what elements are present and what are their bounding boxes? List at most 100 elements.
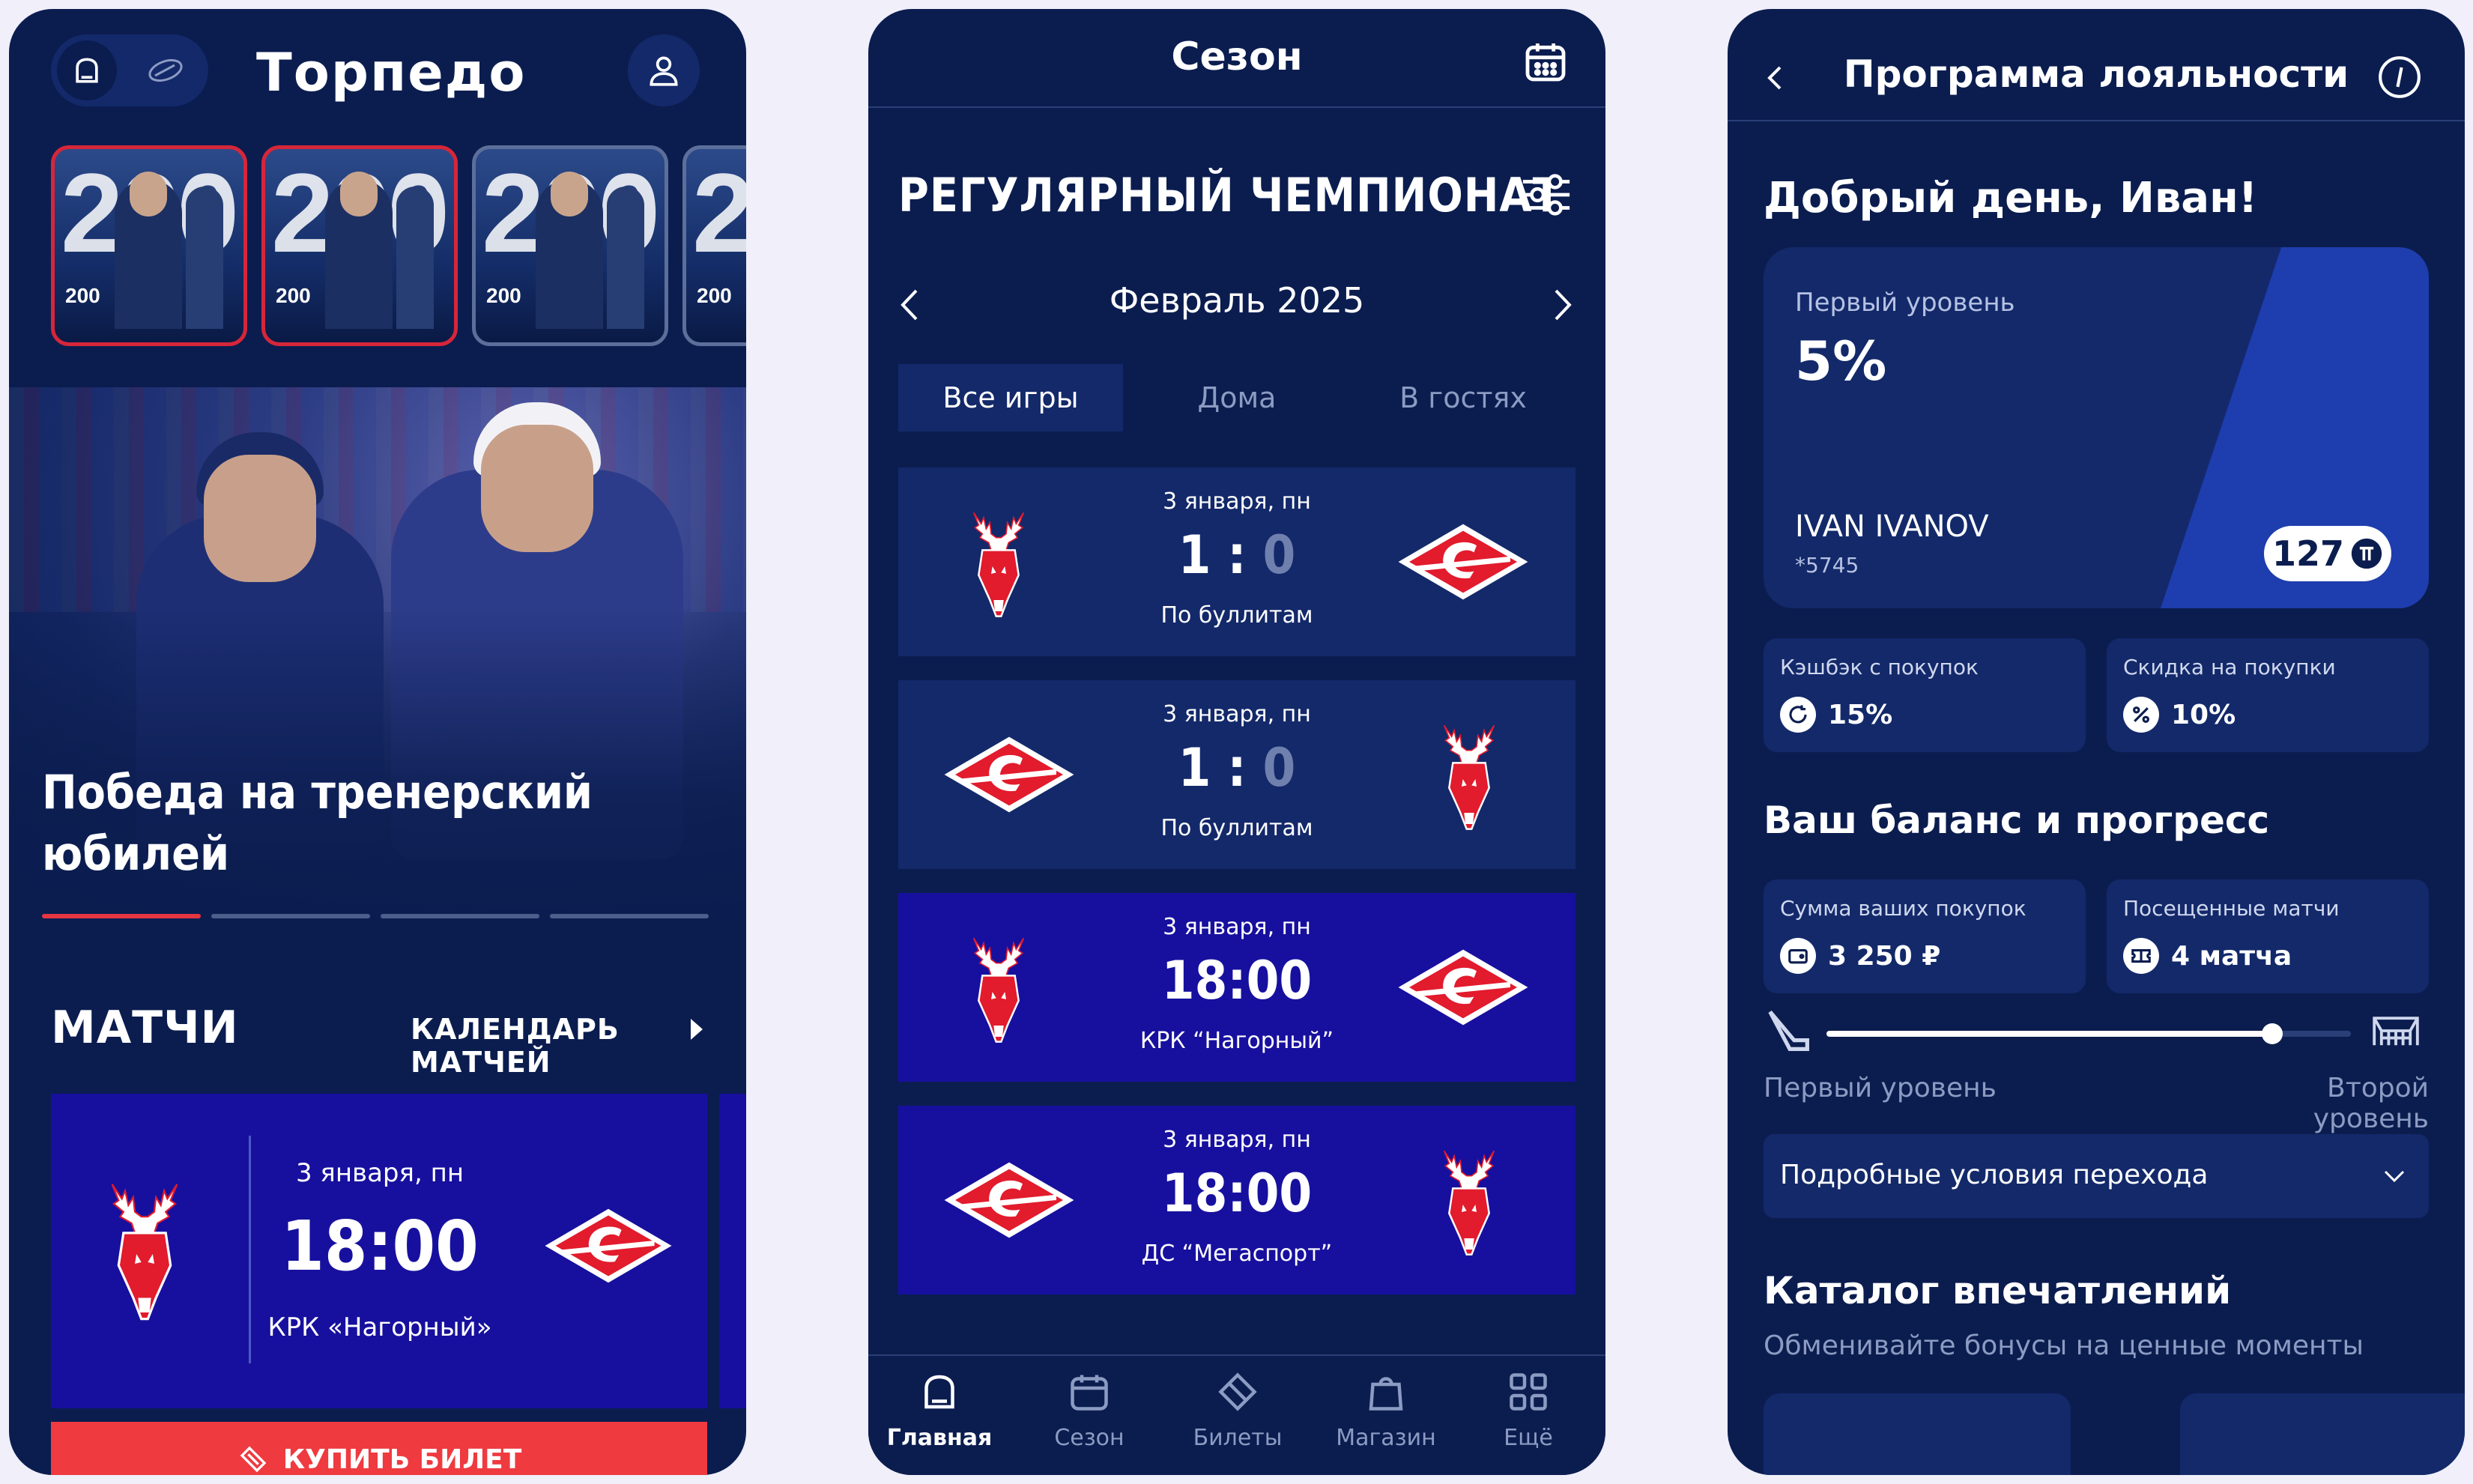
news-hero[interactable]: Победа на тренерский юбилей <box>9 387 746 934</box>
spartak-logo-icon <box>942 734 1077 815</box>
score-separator: : <box>1211 737 1263 799</box>
story-person <box>536 172 603 329</box>
game-date: 3 января, пн <box>1163 488 1311 515</box>
game-score: 1 : 0 <box>1087 524 1387 586</box>
refresh-icon <box>1780 697 1816 733</box>
story-card[interactable]: 200 200 <box>682 145 746 346</box>
story-card[interactable]: 200 200 <box>472 145 668 346</box>
percent-icon <box>2123 697 2159 733</box>
page-title: Сезон <box>1171 34 1303 79</box>
match-time: 18:00 <box>281 1206 479 1286</box>
match-card[interactable]: 3 января, пн 18:00 КРК «Нагорный» <box>51 1094 707 1408</box>
cashback-tile: Кэшбэк с покупок 15% <box>1764 638 2086 752</box>
tab-home[interactable]: Дома <box>1124 364 1349 431</box>
match-date: 3 января, пн <box>295 1158 464 1188</box>
tab-main[interactable]: Главная <box>883 1369 996 1467</box>
torpedo-logo-icon <box>961 932 1036 1044</box>
spartak-logo-icon <box>1396 947 1531 1028</box>
buy-ticket-label: КУПИТЬ БИЛЕТ <box>282 1444 522 1475</box>
story-caption: 200 <box>65 284 100 307</box>
tile-label: Кэшбэк с покупок <box>1780 655 1979 679</box>
slider-dot[interactable] <box>211 914 370 918</box>
info-icon[interactable] <box>2376 54 2423 100</box>
play-arrow-icon[interactable] <box>688 1016 706 1043</box>
matches-title: МАТЧИ <box>51 1002 239 1054</box>
puck-icon <box>139 49 192 91</box>
story-caption: 200 <box>697 284 732 307</box>
chevron-right-icon[interactable] <box>1552 286 1574 324</box>
tab-all-games[interactable]: Все игры <box>898 364 1123 431</box>
balance-progress-title: Ваш баланс и прогресс <box>1764 799 2270 842</box>
tab-away[interactable]: В гостях <box>1351 364 1575 431</box>
tab-label: Сезон <box>1054 1425 1124 1451</box>
next-match-card-peek[interactable] <box>719 1094 746 1408</box>
hockey-stick-icon <box>1768 1011 1809 1051</box>
torpedo-logo-icon <box>1432 719 1507 832</box>
game-venue: КРК “Нагорный” <box>1139 1028 1334 1054</box>
game-card[interactable]: 3 января, пн 1 : 0 По буллитам <box>898 680 1575 869</box>
tile-value: 4 матча <box>2171 941 2292 972</box>
loyalty-header: Программа лояльности <box>1728 9 2465 121</box>
progress-fill <box>1826 1031 2272 1037</box>
game-date: 3 января, пн <box>1163 1127 1311 1153</box>
story-person <box>325 172 393 329</box>
spartak-logo-icon <box>942 1160 1077 1241</box>
tab-more[interactable]: Ещё <box>1472 1369 1584 1467</box>
championship-title: РЕГУЛЯРНЫЙ ЧЕМПИОНАТ <box>898 168 1562 222</box>
tab-season[interactable]: Сезон <box>1033 1369 1145 1467</box>
ticket-icon <box>2123 938 2159 974</box>
game-card[interactable]: 3 января, пн 18:00 КРК “Нагорный” <box>898 893 1575 1082</box>
game-card[interactable]: 3 января, пн 1 : 0 По буллитам <box>898 467 1575 656</box>
slider-dot[interactable] <box>550 914 709 918</box>
torpedo-logo-icon <box>96 1176 193 1322</box>
score-home: 1 <box>1178 524 1211 586</box>
level-progress <box>1764 1005 2429 1065</box>
story-card[interactable]: 200 200 <box>51 145 247 346</box>
catalog-item-card[interactable] <box>2180 1393 2465 1475</box>
tile-label: Посещенные матчи <box>2123 896 2340 921</box>
game-result-type: По буллитам <box>1160 602 1313 629</box>
catalog-item-card[interactable] <box>1764 1393 2071 1475</box>
story-person <box>186 187 223 329</box>
loyalty-card[interactable]: Первый уровень 5% IVAN IVANOV *5745 127 <box>1764 247 2429 608</box>
mode-toggle[interactable] <box>51 34 208 106</box>
page-title: Программа лояльности <box>1843 52 2349 96</box>
tab-label: Ещё <box>1504 1425 1553 1451</box>
match-venue: КРК «Нагорный» <box>267 1312 492 1342</box>
game-date: 3 января, пн <box>1163 701 1311 727</box>
game-date: 3 января, пн <box>1163 914 1311 940</box>
hockey-goal-icon <box>2373 1017 2419 1046</box>
story-number: 200 <box>692 150 746 276</box>
calendar-icon[interactable] <box>1522 37 1570 85</box>
spartak-logo-icon <box>542 1206 674 1285</box>
filter-icon[interactable] <box>1520 172 1573 217</box>
level-end-label: Второй уровень <box>2313 1073 2429 1134</box>
month-label: Февраль 2025 <box>1109 280 1365 321</box>
tile-value: 3 250 ₽ <box>1828 941 1941 972</box>
discount-tile: Скидка на покупки 10% <box>2107 638 2429 752</box>
game-card[interactable]: 3 января, пн 18:00 ДС “Мегаспорт” <box>898 1106 1575 1294</box>
torpedo-logo-icon <box>1432 1145 1507 1257</box>
wallet-icon <box>1780 938 1816 974</box>
story-person <box>607 187 644 329</box>
tile-label: Сумма ваших покупок <box>1780 896 2026 921</box>
slider-indicator <box>42 914 713 918</box>
transition-conditions-dropdown[interactable]: Подробные условия перехода <box>1764 1134 2429 1218</box>
story-card[interactable]: 200 200 <box>261 145 458 346</box>
story-caption: 200 <box>276 284 311 307</box>
score-separator: : <box>1211 524 1263 586</box>
tile-label: Скидка на покупки <box>2123 655 2336 679</box>
card-number: *5745 <box>1795 553 1859 578</box>
buy-ticket-button[interactable]: КУПИТЬ БИЛЕТ <box>51 1422 707 1475</box>
tab-tickets[interactable]: Билеты <box>1181 1369 1294 1467</box>
slider-dot[interactable] <box>42 914 201 918</box>
game-time: 18:00 <box>1161 950 1313 1011</box>
profile-button[interactable] <box>628 34 700 106</box>
score-away: 0 <box>1262 737 1296 799</box>
game-result-type: По буллитам <box>1160 815 1313 841</box>
bonus-balance-badge: 127 <box>2264 526 2391 581</box>
games-filter-tabs: Все игры Дома В гостях <box>898 364 1575 431</box>
tab-shop[interactable]: Магазин <box>1330 1369 1442 1467</box>
bonus-coin-icon <box>2351 538 2382 569</box>
slider-dot[interactable] <box>381 914 539 918</box>
